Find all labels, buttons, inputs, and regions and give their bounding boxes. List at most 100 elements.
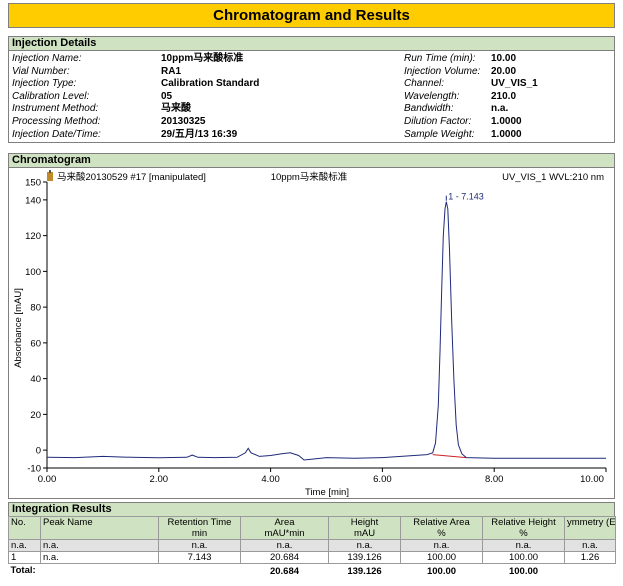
chart-header-center: 10ppm马来酸标准 <box>271 171 348 183</box>
table-cell: n.a. <box>8 539 41 552</box>
chart-header-right: UV_VIS_1 WVL:210 nm <box>502 172 604 183</box>
col-relative-height: Relative Height% <box>482 516 565 540</box>
value-dilution-factor: 1.0000 <box>491 115 522 127</box>
y-tick-label: 0 <box>36 446 41 457</box>
injection-details-panel: Injection Name: Vial Number: Injection T… <box>8 50 615 143</box>
y-tick-label: 20 <box>30 410 41 421</box>
col-no: No. <box>8 516 41 540</box>
table-cell: 20.684 <box>240 551 329 564</box>
y-tick-label: 40 <box>30 374 41 385</box>
chromatogram-trace <box>46 201 606 461</box>
col-relative-area: Relative Area% <box>400 516 483 540</box>
x-ticks: 0.00 2.00 4.00 6.00 8.00 10.00 <box>38 468 607 485</box>
x-tick-label: 8.00 <box>485 474 504 485</box>
y-ticks: -10 0 20 40 60 80 100 120 140 150 <box>25 178 47 475</box>
value-run-time: 10.00 <box>491 53 517 64</box>
injection-right-values: 10.00 20.00 UV_VIS_1 210.0 n.a. 1.0000 1… <box>491 53 601 141</box>
value-channel: UV_VIS_1 <box>491 78 538 90</box>
chromatogram-header: Chromatogram <box>8 153 615 168</box>
label-vial-number: Vial Number: <box>12 65 70 77</box>
col-asymmetry: ymmetry (E <box>564 516 616 540</box>
total-relative-height: 100.00 <box>482 563 565 578</box>
chromatogram-panel: 马来酸20130529 #17 [manipulated] 10ppm马来酸标准… <box>8 167 615 499</box>
total-area: 20.684 <box>240 563 329 578</box>
chart-header-left: 马来酸20130529 #17 [manipulated] <box>57 171 206 183</box>
integration-baseline <box>432 454 467 459</box>
report-title: Chromatogram and Results <box>8 3 615 28</box>
injection-details-header: Injection Details <box>8 36 615 51</box>
table-cell: n.a. <box>328 539 401 552</box>
table-cell: n.a. <box>564 539 616 552</box>
table-cell: 7.143 <box>158 551 241 564</box>
x-tick-label: 10.00 <box>580 474 604 485</box>
table-cell: 139.126 <box>328 551 401 564</box>
value-injection-type: Calibration Standard <box>161 78 260 90</box>
label-run-time: Run Time (min): <box>404 53 476 64</box>
total-label: Total: <box>8 563 159 578</box>
x-tick-label: 2.00 <box>150 474 169 485</box>
label-injection-type: Injection Type: <box>12 78 77 90</box>
table-row: 1 n.a. 7.143 20.684 139.126 100.00 100.0… <box>8 551 616 564</box>
label-bandwidth: Bandwidth: <box>404 103 454 115</box>
x-axis-label: Time [min] <box>305 487 349 498</box>
integration-results-header: Integration Results <box>8 502 615 517</box>
label-injection-datetime: Injection Date/Time: <box>12 128 101 140</box>
value-injection-datetime: 29/五月/13 16:39 <box>161 128 238 140</box>
y-tick-label: 150 <box>25 178 41 189</box>
table-cell: 1.26 <box>564 551 616 564</box>
chromatogram-chart: 马来酸20130529 #17 [manipulated] 10ppm马来酸标准… <box>13 170 607 498</box>
label-injection-volume: Injection Volume: <box>404 65 481 77</box>
y-tick-label: 60 <box>30 338 41 349</box>
y-tick-label: 120 <box>25 231 41 242</box>
table-cell: n.a. <box>40 539 159 552</box>
label-injection-name: Injection Name: <box>12 53 82 64</box>
y-axis-label: Absorbance [mAU] <box>13 288 24 368</box>
value-vial-number: RA1 <box>161 65 182 77</box>
table-cell: n.a. <box>40 551 159 564</box>
label-dilution-factor: Dilution Factor: <box>404 115 472 127</box>
totals-row: Total: 20.684 139.126 100.00 100.00 <box>8 563 616 578</box>
value-sample-weight: 1.0000 <box>491 128 522 140</box>
x-tick-label: 4.00 <box>261 474 280 485</box>
table-cell: n.a. <box>482 539 565 552</box>
label-calibration-level: Calibration Level: <box>12 90 90 102</box>
injection-left-values: 10ppm马来酸标准 RA1 Calibration Standard 05 马… <box>161 53 391 141</box>
label-sample-weight: Sample Weight: <box>404 128 475 140</box>
value-calibration-level: 05 <box>161 90 173 102</box>
table-cell: 100.00 <box>400 551 483 564</box>
label-channel: Channel: <box>404 78 445 90</box>
table-cell: n.a. <box>240 539 329 552</box>
col-height: Height mAU <box>328 516 401 540</box>
label-wavelength: Wavelength: <box>404 90 460 102</box>
y-tick-label: -10 <box>27 464 41 475</box>
integration-results-table-wrap: No. Peak Name Retention Time min Area mAU*… <box>8 516 616 578</box>
value-wavelength: 210.0 <box>491 90 517 102</box>
value-bandwidth: n.a. <box>491 103 509 115</box>
chart-header-logo-icon <box>47 170 53 181</box>
table-cell: n.a. <box>158 539 241 552</box>
col-area: Area mAU*min <box>240 516 329 540</box>
col-retention-time: Retention Time min <box>158 516 241 540</box>
table-cell: 100.00 <box>482 551 565 564</box>
value-injection-volume: 20.00 <box>491 65 517 77</box>
value-processing-method: 20130325 <box>161 115 206 127</box>
table-cell: 1 <box>8 551 41 564</box>
value-instrument-method: 马来酸 <box>161 103 191 115</box>
y-tick-label: 100 <box>25 267 41 278</box>
table-cell: n.a. <box>400 539 483 552</box>
results-header-row: No. Peak Name Retention Time min Area mAU*… <box>8 516 616 540</box>
total-relative-area: 100.00 <box>400 563 483 578</box>
total-height: 139.126 <box>328 563 401 578</box>
x-tick-label: 6.00 <box>373 474 392 485</box>
x-tick-label: 0.00 <box>38 474 57 485</box>
value-injection-name: 10ppm马来酸标准 <box>161 53 244 64</box>
label-instrument-method: Instrument Method: <box>12 103 99 115</box>
label-processing-method: Processing Method: <box>12 115 101 127</box>
peak-label: 1 - 7.143 <box>448 192 484 202</box>
y-tick-label: 140 <box>25 195 41 206</box>
injection-left-labels: Injection Name: Vial Number: Injection T… <box>12 53 152 141</box>
injection-right-labels: Run Time (min): Injection Volume: Channe… <box>404 53 494 141</box>
table-row: n.a. n.a. n.a. n.a. n.a. n.a. n.a. n.a. <box>8 539 616 552</box>
y-tick-label: 80 <box>30 303 41 314</box>
col-peak-name: Peak Name <box>40 516 159 540</box>
